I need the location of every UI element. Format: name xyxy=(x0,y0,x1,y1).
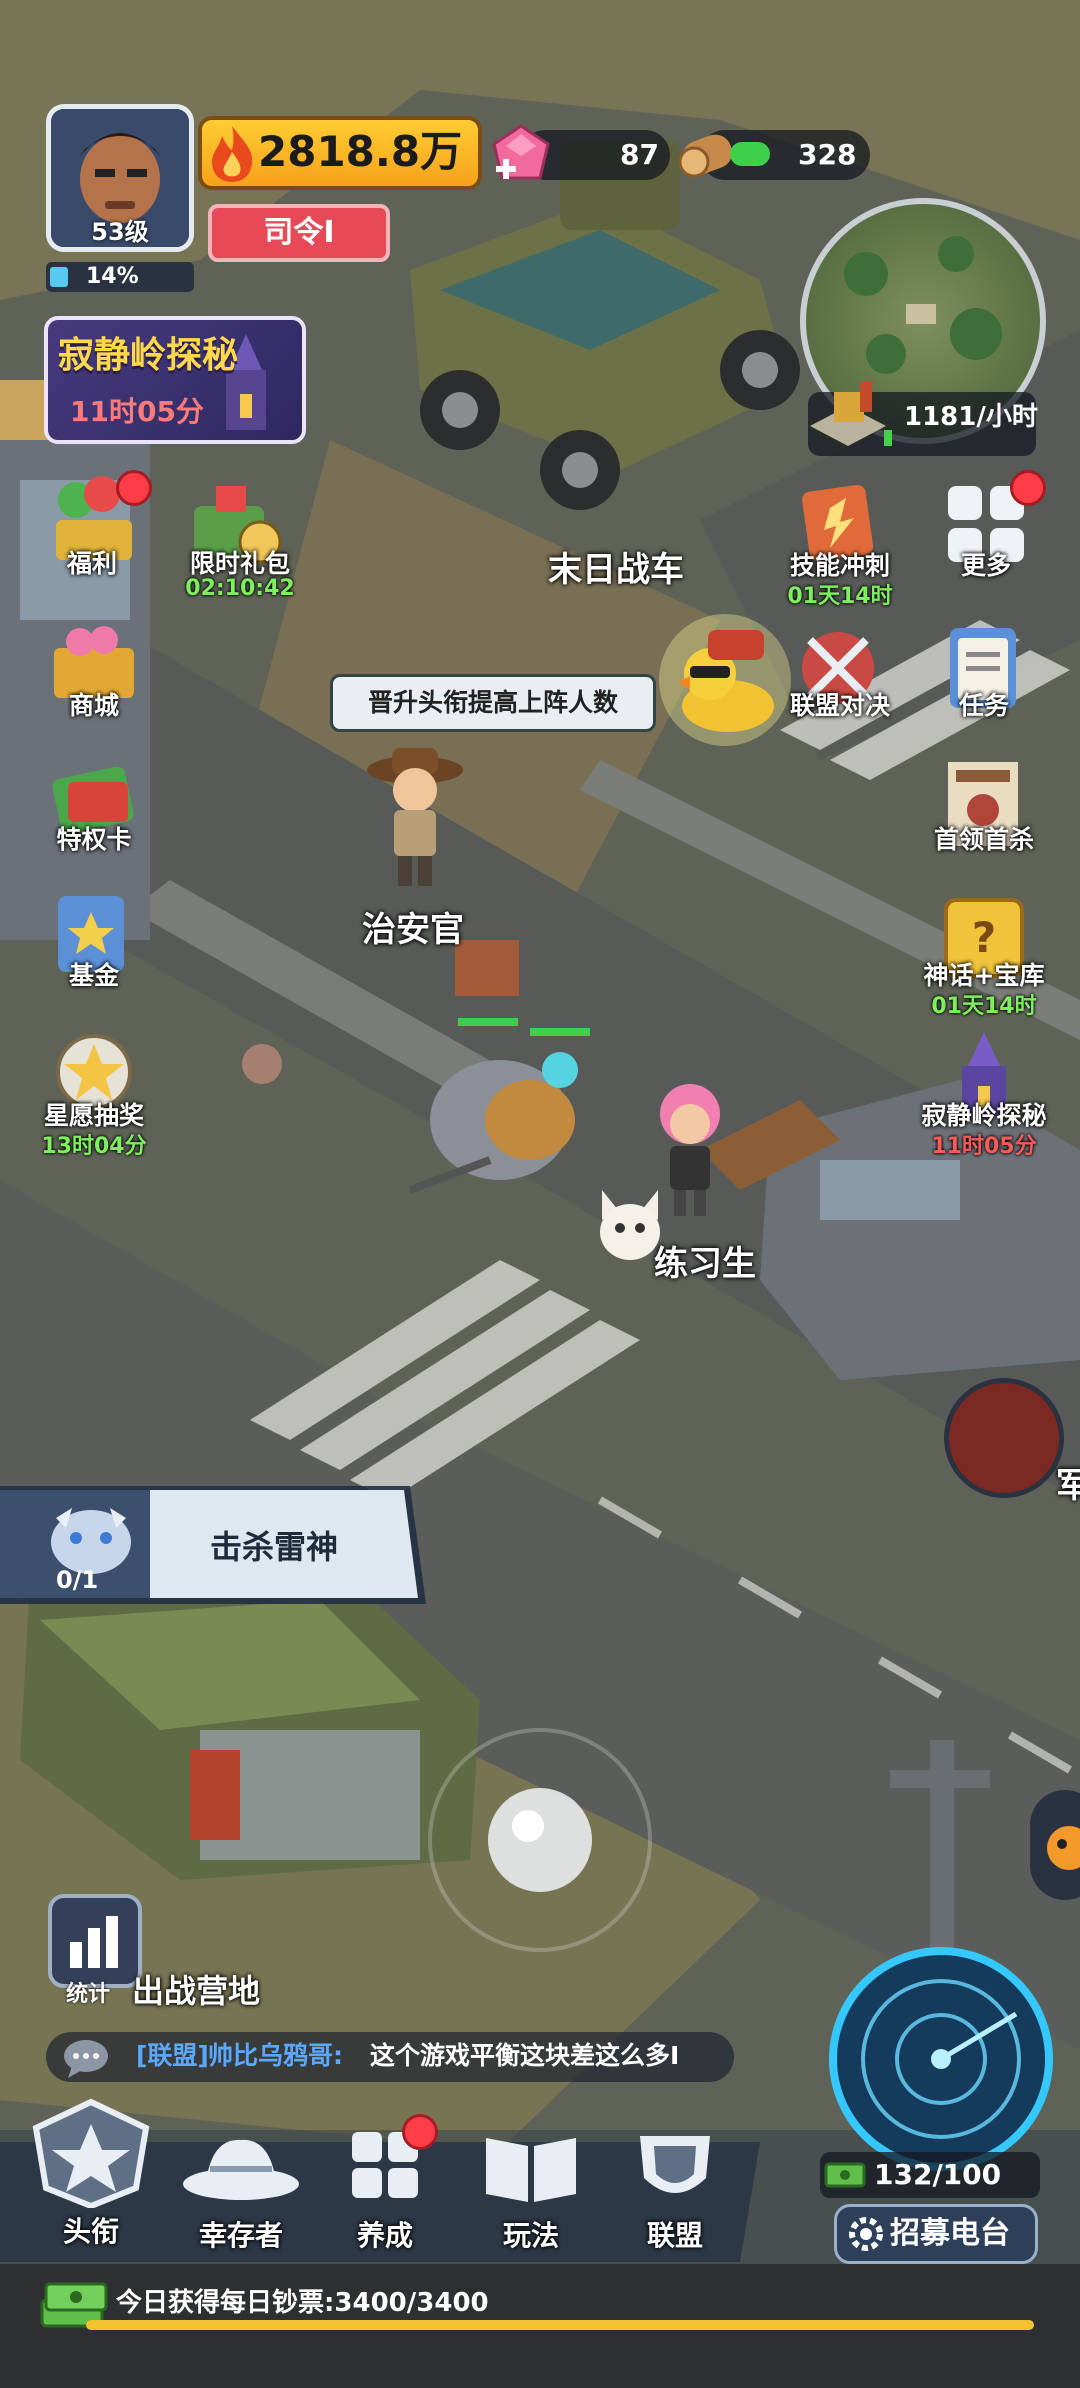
menu-star-wish[interactable]: 星愿抽奖 13时04分 xyxy=(0,1024,190,1159)
nav-alliance[interactable]: 联盟 xyxy=(610,2128,740,2258)
production-rate: 1181/小时 xyxy=(904,402,1038,432)
menu-limited-pack[interactable]: 限时礼包 02:10:42 xyxy=(160,476,320,606)
menu-silent-hill-label: 寂静岭探秘 xyxy=(921,1101,1047,1130)
gem-icon xyxy=(492,124,550,180)
trainee-label: 练习生 xyxy=(654,1244,756,1284)
exp-bar-fill xyxy=(50,267,68,287)
side-pet-button[interactable] xyxy=(1030,1790,1080,1900)
chat-bubble-icon xyxy=(64,2040,108,2078)
nav-title-label: 头衔 xyxy=(62,2215,119,2248)
develop-notification-dot xyxy=(402,2114,438,2150)
army-edge-label: 军 xyxy=(1056,1466,1080,1506)
flame-icon xyxy=(212,126,253,182)
nav-title[interactable]: 头衔 xyxy=(16,2098,166,2258)
menu-limited-pack-label: 限时礼包 xyxy=(189,549,290,578)
daily-money-text: 今日获得每日钞票:3400/3400 xyxy=(116,2288,489,2318)
menu-alliance-duel-label: 联盟对决 xyxy=(789,691,890,720)
menu-myth-vault[interactable]: ? 神话+宝库 01天14时 xyxy=(910,890,1080,1020)
daily-money-fill xyxy=(86,2320,1034,2330)
wood-fill-bar xyxy=(730,142,770,166)
nav-survivors-label: 幸存者 xyxy=(198,2219,283,2252)
menu-limited-pack-timer: 02:10:42 xyxy=(185,576,295,601)
nav-develop[interactable]: 养成 xyxy=(320,2114,450,2258)
menu-shop[interactable]: 商城 xyxy=(0,612,190,722)
menu-tasks[interactable]: 任务 xyxy=(910,620,1070,730)
event-card-timer: 11时05分 xyxy=(70,395,204,428)
menu-more-label: 更多 xyxy=(960,551,1011,580)
chat-sender: 帅比乌鸦哥: xyxy=(208,2041,343,2070)
sheriff-npc[interactable] xyxy=(360,740,470,890)
exp-percent: 14% xyxy=(86,264,139,289)
npc-speech-text: 晋升头衔提高上阵人数 xyxy=(367,688,618,717)
menu-skill-sprint-label: 技能冲刺 xyxy=(789,551,890,580)
chat-message: 这个游戏平衡这块差这么多I xyxy=(370,2041,680,2070)
nav-alliance-label: 联盟 xyxy=(646,2219,703,2252)
player-level: 53级 xyxy=(91,218,149,246)
camp-label[interactable]: 出战营地 xyxy=(132,1966,260,2012)
production-fill xyxy=(884,430,892,446)
more-notification-dot xyxy=(1010,470,1046,506)
cash-icon xyxy=(824,2162,866,2188)
stats-button[interactable] xyxy=(48,1894,142,1988)
nav-gameplay[interactable]: 玩法 xyxy=(466,2128,596,2258)
menu-silent-hill[interactable]: 寂静岭探秘 11时05分 xyxy=(910,1026,1080,1159)
radar-count: 132/100 xyxy=(874,2158,1002,2191)
menu-fund[interactable]: 基金 xyxy=(0,886,190,996)
gem-count: 87 xyxy=(620,138,659,171)
menu-fund-label: 基金 xyxy=(68,961,119,990)
menu-privilege-card[interactable]: 特权卡 xyxy=(0,752,190,862)
open-book-icon xyxy=(486,2138,576,2202)
factory-icon xyxy=(810,382,886,446)
quest-title: 击杀雷神 xyxy=(210,1528,339,1566)
doomsday-vehicle-label: 末日战车 xyxy=(548,550,684,590)
nav-develop-label: 养成 xyxy=(356,2219,413,2252)
menu-boss-first-kill[interactable]: 首领首杀 xyxy=(910,756,1070,866)
menu-myth-vault-timer: 01天14时 xyxy=(931,994,1037,1019)
alliance-shield-icon xyxy=(640,2136,710,2193)
chat-channel: [联盟] xyxy=(136,2041,209,2070)
rank-title-text: 司令I xyxy=(263,215,335,250)
army-round-button[interactable] xyxy=(944,1378,1064,1498)
welfare-notification-dot xyxy=(116,470,152,506)
quest-progress: 0/1 xyxy=(56,1566,99,1594)
menu-welfare-label: 福利 xyxy=(66,549,117,578)
gear-icon xyxy=(849,2217,883,2251)
menu-privilege-card-label: 特权卡 xyxy=(56,825,132,854)
svg-text:?: ? xyxy=(972,913,996,962)
recruit-radio-label: 招募电台 xyxy=(890,2216,1010,2251)
nav-gameplay-label: 玩法 xyxy=(502,2219,559,2252)
sheriff-label: 治安官 xyxy=(362,910,464,950)
menu-star-wish-timer: 13时04分 xyxy=(41,1134,147,1159)
menu-alliance-duel[interactable]: 联盟对决 xyxy=(760,620,920,730)
menu-silent-hill-timer: 11时05分 xyxy=(931,1134,1037,1159)
wood-count: 328 xyxy=(798,138,857,171)
menu-shop-label: 商城 xyxy=(68,691,119,720)
recruit-radar[interactable] xyxy=(826,1944,1056,2174)
player-squad[interactable] xyxy=(410,1010,630,1210)
menu-myth-vault-label: 神话+宝库 xyxy=(923,961,1045,990)
menu-boss-first-kill-label: 首领首杀 xyxy=(933,825,1034,854)
menu-more[interactable]: 更多 xyxy=(910,470,1080,580)
nav-survivors[interactable]: 幸存者 xyxy=(176,2128,306,2258)
orange-pet-icon xyxy=(1047,1826,1080,1870)
event-card-title: 寂静岭探秘 xyxy=(58,335,239,376)
menu-tasks-label: 任务 xyxy=(958,691,1009,720)
menu-skill-sprint-timer: 01天14时 xyxy=(787,584,893,609)
stats-label: 统计 xyxy=(66,1982,111,2007)
rank-shield-icon xyxy=(32,2098,150,2210)
bar-chart-icon xyxy=(70,1916,118,1968)
cowboy-hat-icon xyxy=(183,2139,299,2200)
combat-power-value: 2818.8万 xyxy=(258,127,463,176)
menu-star-wish-label: 星愿抽奖 xyxy=(43,1101,144,1130)
menu-skill-sprint[interactable]: 技能冲刺 01天14时 xyxy=(760,478,920,609)
